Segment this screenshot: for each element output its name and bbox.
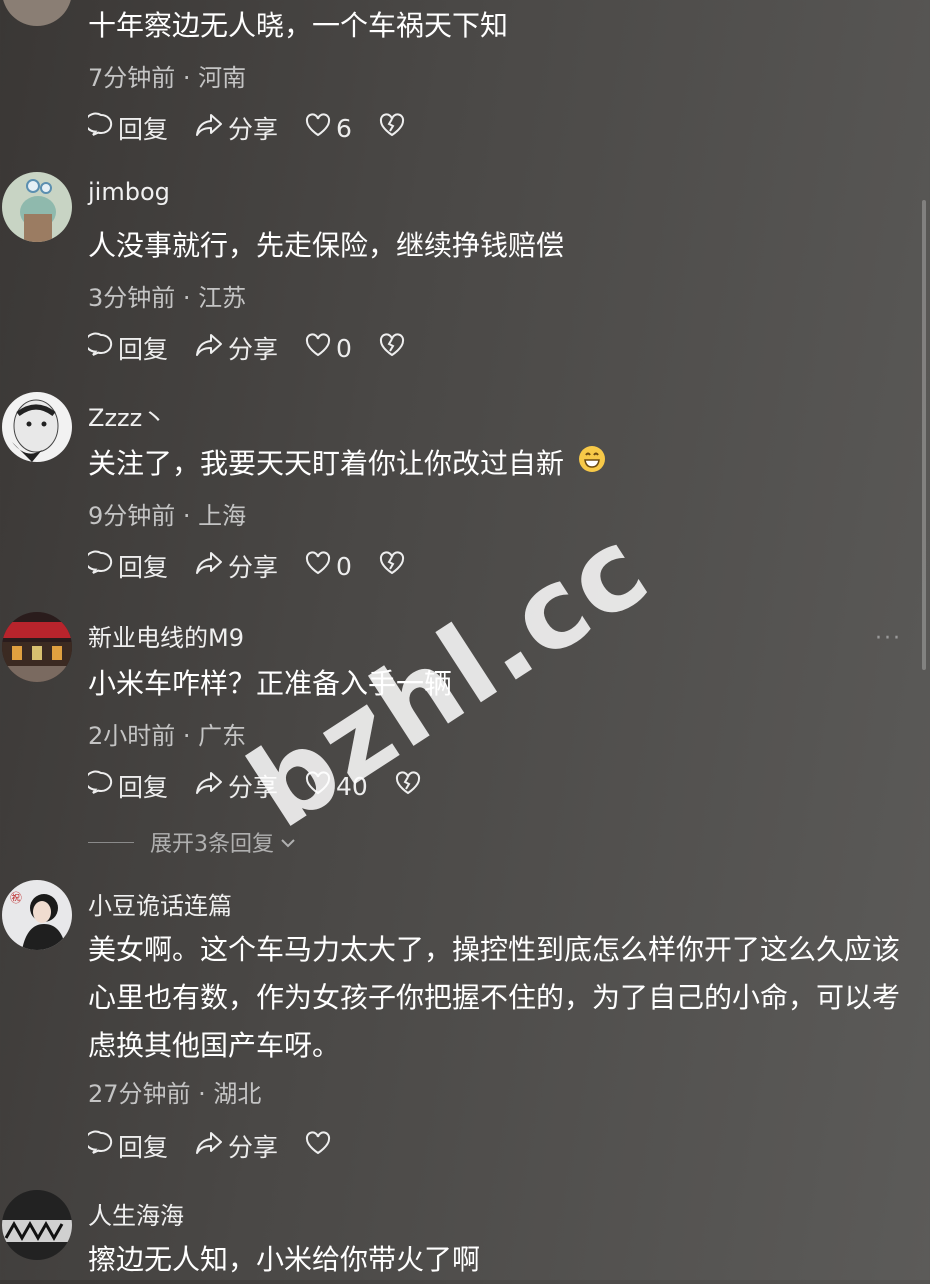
comment-icon [84,550,118,582]
comment-meta: 27分钟前 · 湖北 [88,1080,262,1108]
comment-actions: 回复 分享 0 [84,548,436,584]
broken-heart-icon [378,112,410,144]
share-button[interactable]: 分享 [194,548,278,584]
avatar[interactable] [2,0,72,26]
avatar[interactable] [2,392,72,462]
comment-meta: 2小时前 · 广东 [88,722,247,750]
more-options-icon[interactable]: ··· [875,626,902,651]
share-label: 分享 [228,1133,279,1162]
like-count: 0 [336,333,352,363]
share-button[interactable]: 分享 [194,1128,278,1164]
comment-text: 美女啊。这个车马力太大了，操控性到底怎么样你开了这么久应该心里也有数，作为女孩子… [88,933,901,1062]
avatar[interactable] [2,1190,72,1260]
comment-actions: 回复 分享 6 [84,110,436,146]
heart-icon [304,112,336,144]
share-icon [194,550,228,582]
comment-meta: 9分钟前 · 上海 [88,502,247,530]
username[interactable]: 人生海海 [88,1196,184,1231]
share-button[interactable]: 分享 [194,330,278,366]
like-count: 0 [336,551,352,581]
dislike-button[interactable] [378,112,410,144]
like-count: 6 [336,113,352,143]
reply-button[interactable]: 回复 [84,1128,169,1164]
like-button[interactable]: 0 [304,550,352,582]
comment-icon [84,332,118,364]
like-button[interactable]: 6 [304,112,352,144]
username[interactable]: 小豆诡话连篇 [88,886,232,921]
username[interactable]: 新业电线的M9 [88,618,244,653]
reply-label: 回复 [118,773,169,802]
reply-label: 回复 [118,553,169,582]
avatar[interactable] [2,612,72,682]
heart-icon [304,550,336,582]
comment-actions: 回复 分享 [84,1128,362,1164]
reply-button[interactable]: 回复 [84,110,169,146]
comment-icon [84,1130,118,1162]
reply-button[interactable]: 回复 [84,330,169,366]
share-icon [194,332,228,364]
avatar[interactable]: ㊗ [2,880,72,950]
comment-text: 人没事就行，先走保险，继续挣钱赔偿 [88,229,565,262]
broken-heart-icon [378,332,410,364]
share-label: 分享 [228,335,279,364]
comment-actions: 回复 分享 0 [84,330,436,366]
share-icon [194,1130,228,1162]
dislike-button[interactable] [378,332,410,364]
svg-text:㊗: ㊗ [10,891,22,905]
comment-text-content: 关注了，我要天天盯着你让你改过自新 [88,447,565,480]
comment-meta: 7分钟前 · 河南 [88,64,247,92]
scrollbar[interactable] [922,200,926,670]
divider [88,841,134,843]
avatar[interactable] [2,172,72,242]
heart-icon [304,332,336,364]
share-icon [194,112,228,144]
comment-meta: 3分钟前 · 江苏 [88,284,247,312]
like-button[interactable] [304,1130,336,1162]
share-button[interactable]: 分享 [194,110,278,146]
expand-replies-label: 展开3条回复 [150,832,274,857]
grin-emoji-icon [577,441,607,489]
share-label: 分享 [228,115,279,144]
reply-label: 回复 [118,115,169,144]
reply-button[interactable]: 回复 [84,548,169,584]
comment-text: 擦边无人知，小米给你带火了啊 [88,1243,481,1276]
username[interactable]: jimbog [88,178,170,206]
dislike-button[interactable] [378,550,410,582]
comment-text: 关注了，我要天天盯着你让你改过自新 [88,440,908,489]
expand-replies-button[interactable]: 展开3条回复 [88,826,296,858]
share-label: 分享 [228,553,279,582]
share-icon [194,770,228,802]
reply-label: 回复 [118,1133,169,1162]
broken-heart-icon [378,550,410,582]
comment-icon [84,112,118,144]
reply-label: 回复 [118,335,169,364]
heart-icon [304,1130,336,1162]
reply-button[interactable]: 回复 [84,768,169,804]
like-button[interactable]: 0 [304,332,352,364]
comment-text: 十年察边无人晓，一个车祸天下知 [88,9,509,42]
comment-icon [84,770,118,802]
username[interactable]: Zzzz丶 [88,398,166,433]
